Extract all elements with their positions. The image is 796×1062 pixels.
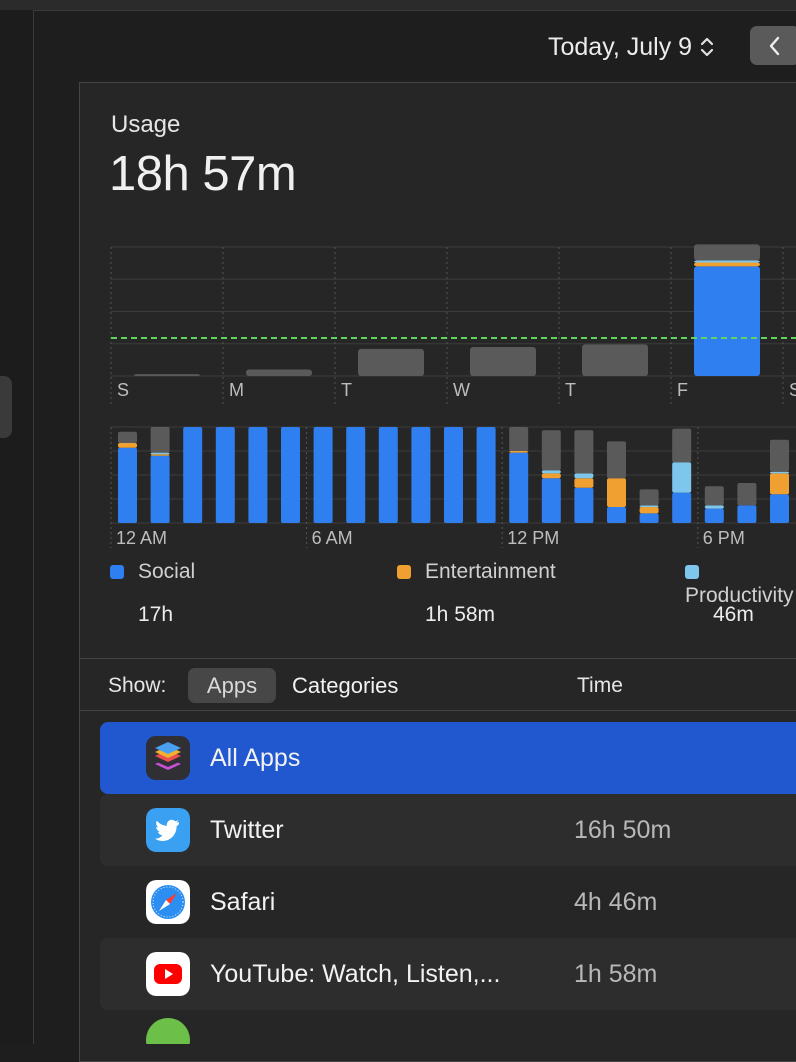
hourly-bar-productivity [770,471,789,474]
legend-entertainment-value: 1h 58m [425,603,496,626]
hourly-bar-entertainment [150,454,170,456]
app-row-partial[interactable] [100,1010,796,1044]
hourly-bar-entertainment [509,451,529,453]
hourly-bar-social [770,494,789,523]
hourly-bar-other [672,428,692,463]
hourly-bar-social [607,507,626,523]
legend-productivity-value: 46m [713,603,754,626]
app-name: YouTube: Watch, Listen,... [210,960,501,988]
hourly-bar-other [541,430,561,471]
hourly-usage-chart[interactable]: 12 AM 6 AM 12 PM 6 PM [0,0,796,560]
app-time: 1h 58m [574,960,658,988]
app-name: All Apps [210,744,301,772]
legend-entertainment-label: Entertainment [425,560,556,583]
hourly-bar-entertainment [639,507,659,514]
x-tick-label: 12 PM [507,528,559,548]
app-row-all-apps[interactable]: All Apps [100,722,796,794]
legend-social-value: 17h [138,603,174,626]
tab-categories[interactable]: Categories [292,673,398,699]
twitter-icon [146,808,190,852]
time-column-header[interactable]: Time [577,674,623,698]
app-row-twitter[interactable]: Twitter 16h 50m [100,794,796,866]
hourly-bar-entertainment [574,478,594,488]
tab-apps[interactable]: Apps [188,668,276,703]
app-time: 4h 46m [574,888,658,916]
legend-social-label: Social [138,560,196,583]
stack-icon [146,736,190,780]
hourly-bar-other [704,486,724,506]
hourly-bar-social [281,427,300,523]
legend-social: Social 17h [110,560,196,626]
hourly-bar-social [444,427,463,523]
hourly-bar-other [770,439,789,472]
divider [80,658,796,659]
hourly-bar-other [509,427,529,451]
hourly-bar-productivity [672,462,692,493]
hourly-bar-social [574,487,594,523]
hourly-bar-social [215,427,235,523]
hourly-bar-other [639,489,659,506]
app-row-youtube[interactable]: YouTube: Watch, Listen,... 1h 58m [100,938,796,1010]
hourly-bar-social [704,508,724,523]
divider [80,710,796,711]
hourly-bar-other [574,430,594,474]
hourly-bar-social [346,427,366,523]
show-label: Show: [108,674,167,697]
hourly-bar-entertainment [118,443,137,448]
hourly-bar-productivity [541,470,561,474]
hourly-bar-social [411,427,431,523]
hourly-bar-social [639,513,659,523]
hourly-bar-other [150,427,170,453]
hourly-bar-social [737,505,757,523]
hourly-bar-social [150,455,170,523]
hourly-bar-social [118,447,137,523]
hourly-bar-social [313,427,333,523]
hourly-bar-other [607,441,626,479]
hourly-bar-productivity [639,505,659,507]
app-name: Safari [210,888,276,916]
x-tick-label: 12 AM [116,528,167,548]
legend-entertainment: Entertainment 1h 58m [397,560,556,626]
legend-social-swatch [110,565,124,579]
hourly-bar-other [737,483,757,506]
hourly-bar-entertainment [541,473,561,479]
app-time: 16h 50m [574,816,672,844]
hourly-bar-entertainment [607,478,626,507]
hourly-bar-productivity [150,452,170,455]
hourly-bar-social [248,427,268,523]
hourly-bar-social [672,492,692,523]
hourly-bar-social [378,427,398,523]
app-name: Twitter [210,816,284,844]
hourly-bar-social [509,452,529,523]
app-row-safari[interactable]: Safari 4h 46m [100,866,796,938]
hourly-bar-social [183,427,203,523]
hourly-bar-social [541,478,561,523]
hourly-bar-other [118,431,137,443]
x-tick-label: 6 AM [312,528,353,548]
legend-productivity: Productivity 46m [685,560,796,626]
safari-icon [146,880,190,924]
legend-entertainment-swatch [397,565,411,579]
hourly-bar-productivity [704,505,724,509]
hourly-bar-productivity [574,473,594,479]
legend-productivity-swatch [685,565,699,579]
youtube-icon [146,952,190,996]
hourly-bar-entertainment [770,473,789,495]
hourly-bar-social [476,427,496,523]
app-icon-partial [146,1018,190,1044]
x-tick-label: 6 PM [703,528,745,548]
